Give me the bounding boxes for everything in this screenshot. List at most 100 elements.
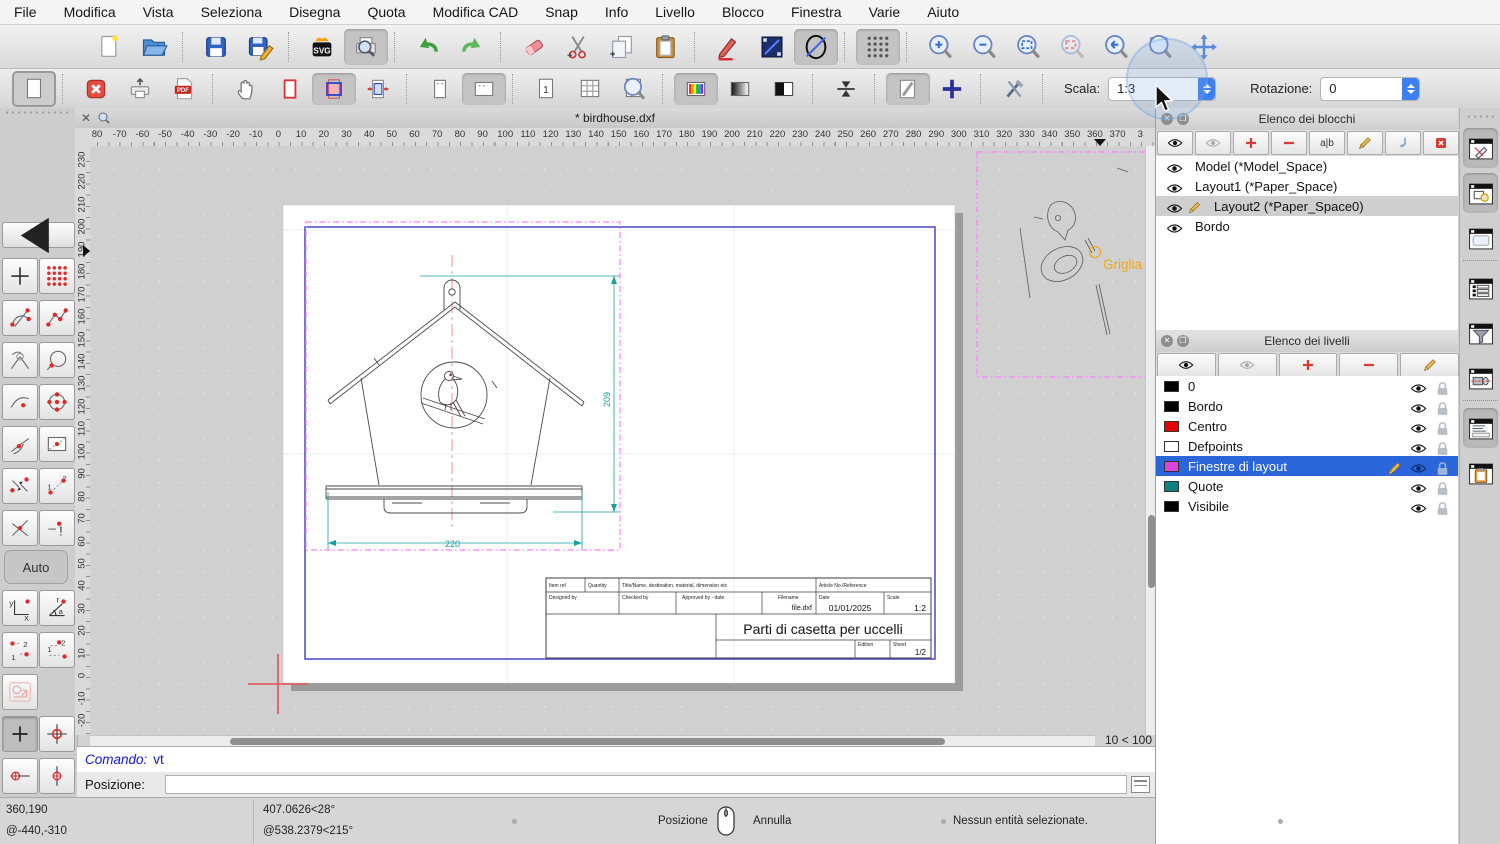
pdf-export-button[interactable]: PDF [162, 73, 206, 105]
panel-toggle-viewport[interactable] [1463, 218, 1498, 258]
menu-item-vista[interactable]: Vista [143, 4, 174, 20]
panel-toggle-render[interactable] [1463, 358, 1498, 398]
command-line[interactable]: Comando: vt [77, 746, 1163, 773]
panel-toggle-filter[interactable] [1463, 313, 1498, 353]
zoom-in-button[interactable] [918, 29, 962, 65]
black-white-button[interactable] [762, 73, 806, 105]
layer-row[interactable]: 0 [1156, 376, 1458, 396]
layer-color-swatch[interactable] [1164, 380, 1179, 392]
layer-lock-icon[interactable] [1434, 400, 1451, 415]
layer-eye-icon[interactable] [1410, 420, 1427, 433]
layer-row[interactable]: Quote [1156, 476, 1458, 496]
layer-eye-icon[interactable] [1410, 460, 1427, 473]
layers-add-button[interactable] [1278, 353, 1338, 377]
layer-row[interactable]: Visibile [1156, 496, 1458, 516]
menu-item-aiuto[interactable]: Aiuto [927, 4, 959, 20]
svg-export-button[interactable]: SVG [300, 29, 344, 65]
open-file-button[interactable] [132, 29, 176, 65]
new-file-button[interactable] [88, 29, 132, 65]
layer-row[interactable]: Defpoints [1156, 436, 1458, 456]
redo-button[interactable] [450, 29, 494, 65]
restrict-horizontal-button[interactable] [2, 758, 38, 794]
layer-row[interactable]: Centro [1156, 416, 1458, 436]
panel-toggle-command[interactable] [1463, 408, 1498, 448]
paste-button[interactable] [644, 29, 688, 65]
blocks-purge-button[interactable] [1423, 131, 1459, 155]
delete-button[interactable] [512, 29, 556, 65]
layers-hide-all-button[interactable] [1217, 353, 1277, 377]
position-input[interactable] [165, 775, 1127, 794]
panel-toggle-library[interactable] [1463, 268, 1498, 308]
single-page-button[interactable]: 1 [524, 73, 568, 105]
save-button[interactable] [194, 29, 238, 65]
print-button[interactable] [118, 73, 162, 105]
page-zoom-button[interactable] [612, 73, 656, 105]
visibility-eye-icon[interactable] [1166, 220, 1183, 233]
layer-color-swatch[interactable] [1164, 440, 1179, 452]
coord-polar-button[interactable]: ra [39, 590, 75, 626]
zoom-previous-button[interactable] [1094, 29, 1138, 65]
layer-lock-icon[interactable] [1434, 440, 1451, 455]
menu-item-file[interactable]: File [14, 4, 37, 20]
crosses-button[interactable] [930, 73, 974, 105]
zoom-window-button[interactable] [1138, 29, 1182, 65]
snap-exclude-button[interactable]: ! [39, 510, 75, 546]
blocks-add-button[interactable] [1233, 131, 1269, 155]
menu-item-livello[interactable]: Livello [655, 4, 695, 20]
zoom-auto-button[interactable] [1006, 29, 1050, 65]
pan-button[interactable] [1182, 29, 1226, 65]
zoom-out-button[interactable] [962, 29, 1006, 65]
full-color-button[interactable] [674, 72, 718, 105]
zoom-selection-button[interactable] [1050, 29, 1094, 65]
save-as-button[interactable] [238, 29, 282, 65]
restrict-vertical-button[interactable] [39, 758, 75, 794]
snap-free-button[interactable] [2, 258, 38, 294]
blocks-rename-button[interactable]: a|b [1309, 131, 1345, 155]
snap-center-button[interactable] [39, 384, 75, 420]
ellipse-button[interactable] [794, 28, 838, 65]
command-window-icon[interactable] [1131, 776, 1150, 793]
panel-toggle-layers[interactable] [1463, 173, 1498, 213]
visibility-eye-icon[interactable] [1166, 200, 1183, 213]
layer-eye-icon[interactable] [1410, 480, 1427, 493]
coord-cartesian-button[interactable]: yx [2, 590, 38, 626]
block-row[interactable]: Layout1 (*Paper_Space) [1156, 176, 1458, 196]
viewport-frame-button[interactable] [312, 72, 356, 105]
menu-item-modifica[interactable]: Modifica [64, 4, 116, 20]
snap-two-points-button[interactable]: 12 [39, 468, 75, 504]
layer-lock-icon[interactable] [1434, 380, 1451, 395]
layer-eye-icon[interactable] [1410, 440, 1427, 453]
page-preview-button[interactable] [12, 70, 56, 107]
layer-color-swatch[interactable] [1164, 460, 1179, 472]
undo-button[interactable] [406, 29, 450, 65]
menu-item-blocco[interactable]: Blocco [722, 4, 764, 20]
pan-paper-button[interactable] [224, 73, 268, 105]
layer-color-swatch[interactable] [1164, 500, 1179, 512]
block-row[interactable]: Layout2 (*Paper_Space0) [1156, 196, 1458, 216]
blocks-remove-button[interactable] [1271, 131, 1307, 155]
hairline-button[interactable] [824, 73, 868, 105]
layer-color-swatch[interactable] [1164, 400, 1179, 412]
menu-item-disegna[interactable]: Disegna [289, 4, 340, 20]
snap-on-entity-button[interactable] [39, 300, 75, 336]
snap-grid-button[interactable] [39, 258, 75, 294]
copy-button[interactable] [600, 29, 644, 65]
layer-eye-icon[interactable] [1410, 400, 1427, 413]
layer-lock-icon[interactable] [1434, 460, 1451, 475]
snap-cross-button[interactable] [2, 510, 38, 546]
layers-edit-button[interactable] [1400, 353, 1459, 377]
auto-snap-button[interactable]: Auto [4, 550, 68, 584]
snap-tangent-button[interactable] [2, 426, 38, 462]
layers-show-all-button[interactable] [1157, 353, 1216, 377]
snap-reference-button[interactable] [39, 426, 75, 462]
fit-paper-button[interactable] [356, 73, 400, 105]
scala-stepper[interactable] [1198, 77, 1216, 100]
layer-lock-icon[interactable] [1434, 480, 1451, 495]
snap-back-button[interactable] [2, 217, 75, 253]
print-preview-button[interactable] [344, 28, 388, 65]
close-preview-button[interactable] [74, 73, 118, 105]
rotazione-stepper[interactable] [1402, 77, 1420, 100]
paper-frame-button[interactable] [268, 73, 312, 105]
grayscale-button[interactable] [718, 73, 762, 105]
layer-color-swatch[interactable] [1164, 420, 1179, 432]
